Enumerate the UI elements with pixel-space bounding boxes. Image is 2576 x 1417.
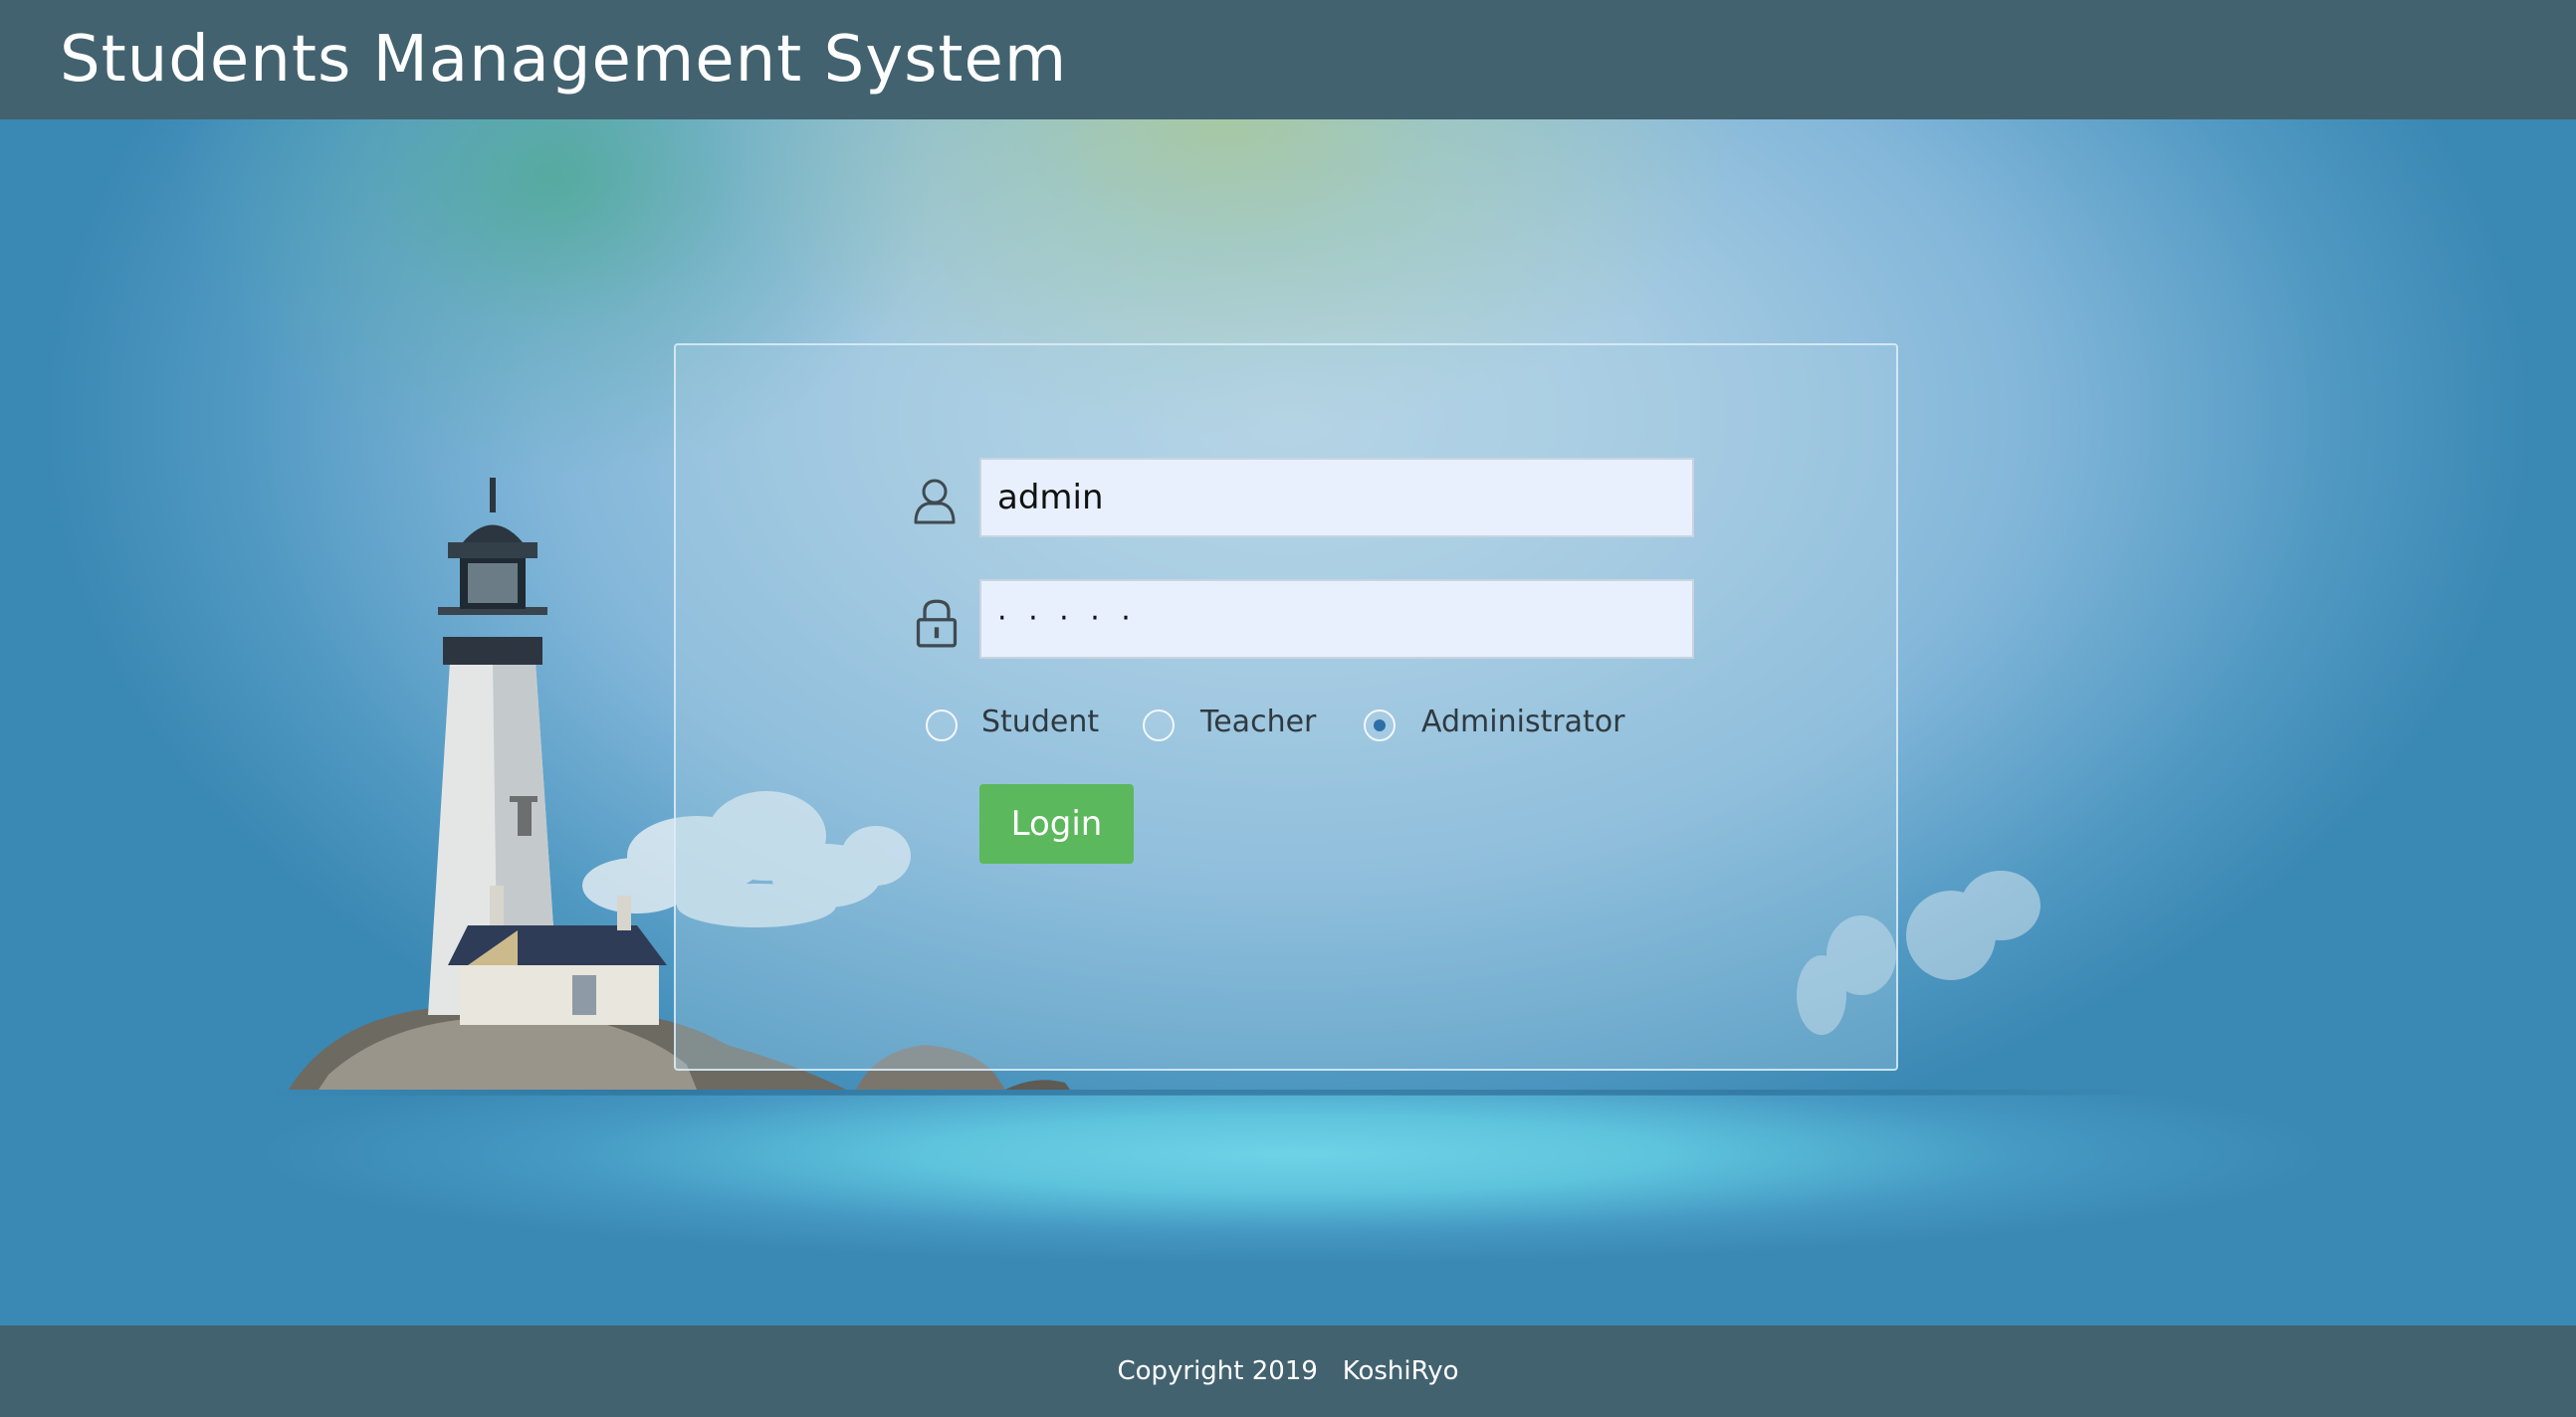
copyright-text: Copyright 2019 KoshiRyo [1117, 1356, 1459, 1386]
app-footer: Copyright 2019 KoshiRyo [0, 1325, 2576, 1417]
login-page: Students Management System admin · · · ·… [0, 0, 2576, 1417]
lock-icon [916, 599, 958, 648]
app-title: Students Management System [60, 23, 1068, 97]
login-button[interactable]: Login [979, 784, 1134, 864]
radio-teacher[interactable] [1143, 709, 1175, 741]
radio-label-student: Student [981, 705, 1100, 739]
app-header: Students Management System [0, 0, 2576, 119]
password-input[interactable]: · · · · · [979, 579, 1694, 659]
radio-label-administrator: Administrator [1421, 705, 1625, 739]
user-icon [914, 479, 956, 524]
radio-label-teacher: Teacher [1200, 705, 1317, 739]
radio-administrator[interactable] [1364, 709, 1395, 741]
username-input[interactable]: admin [979, 458, 1694, 537]
radio-student[interactable] [926, 709, 958, 741]
